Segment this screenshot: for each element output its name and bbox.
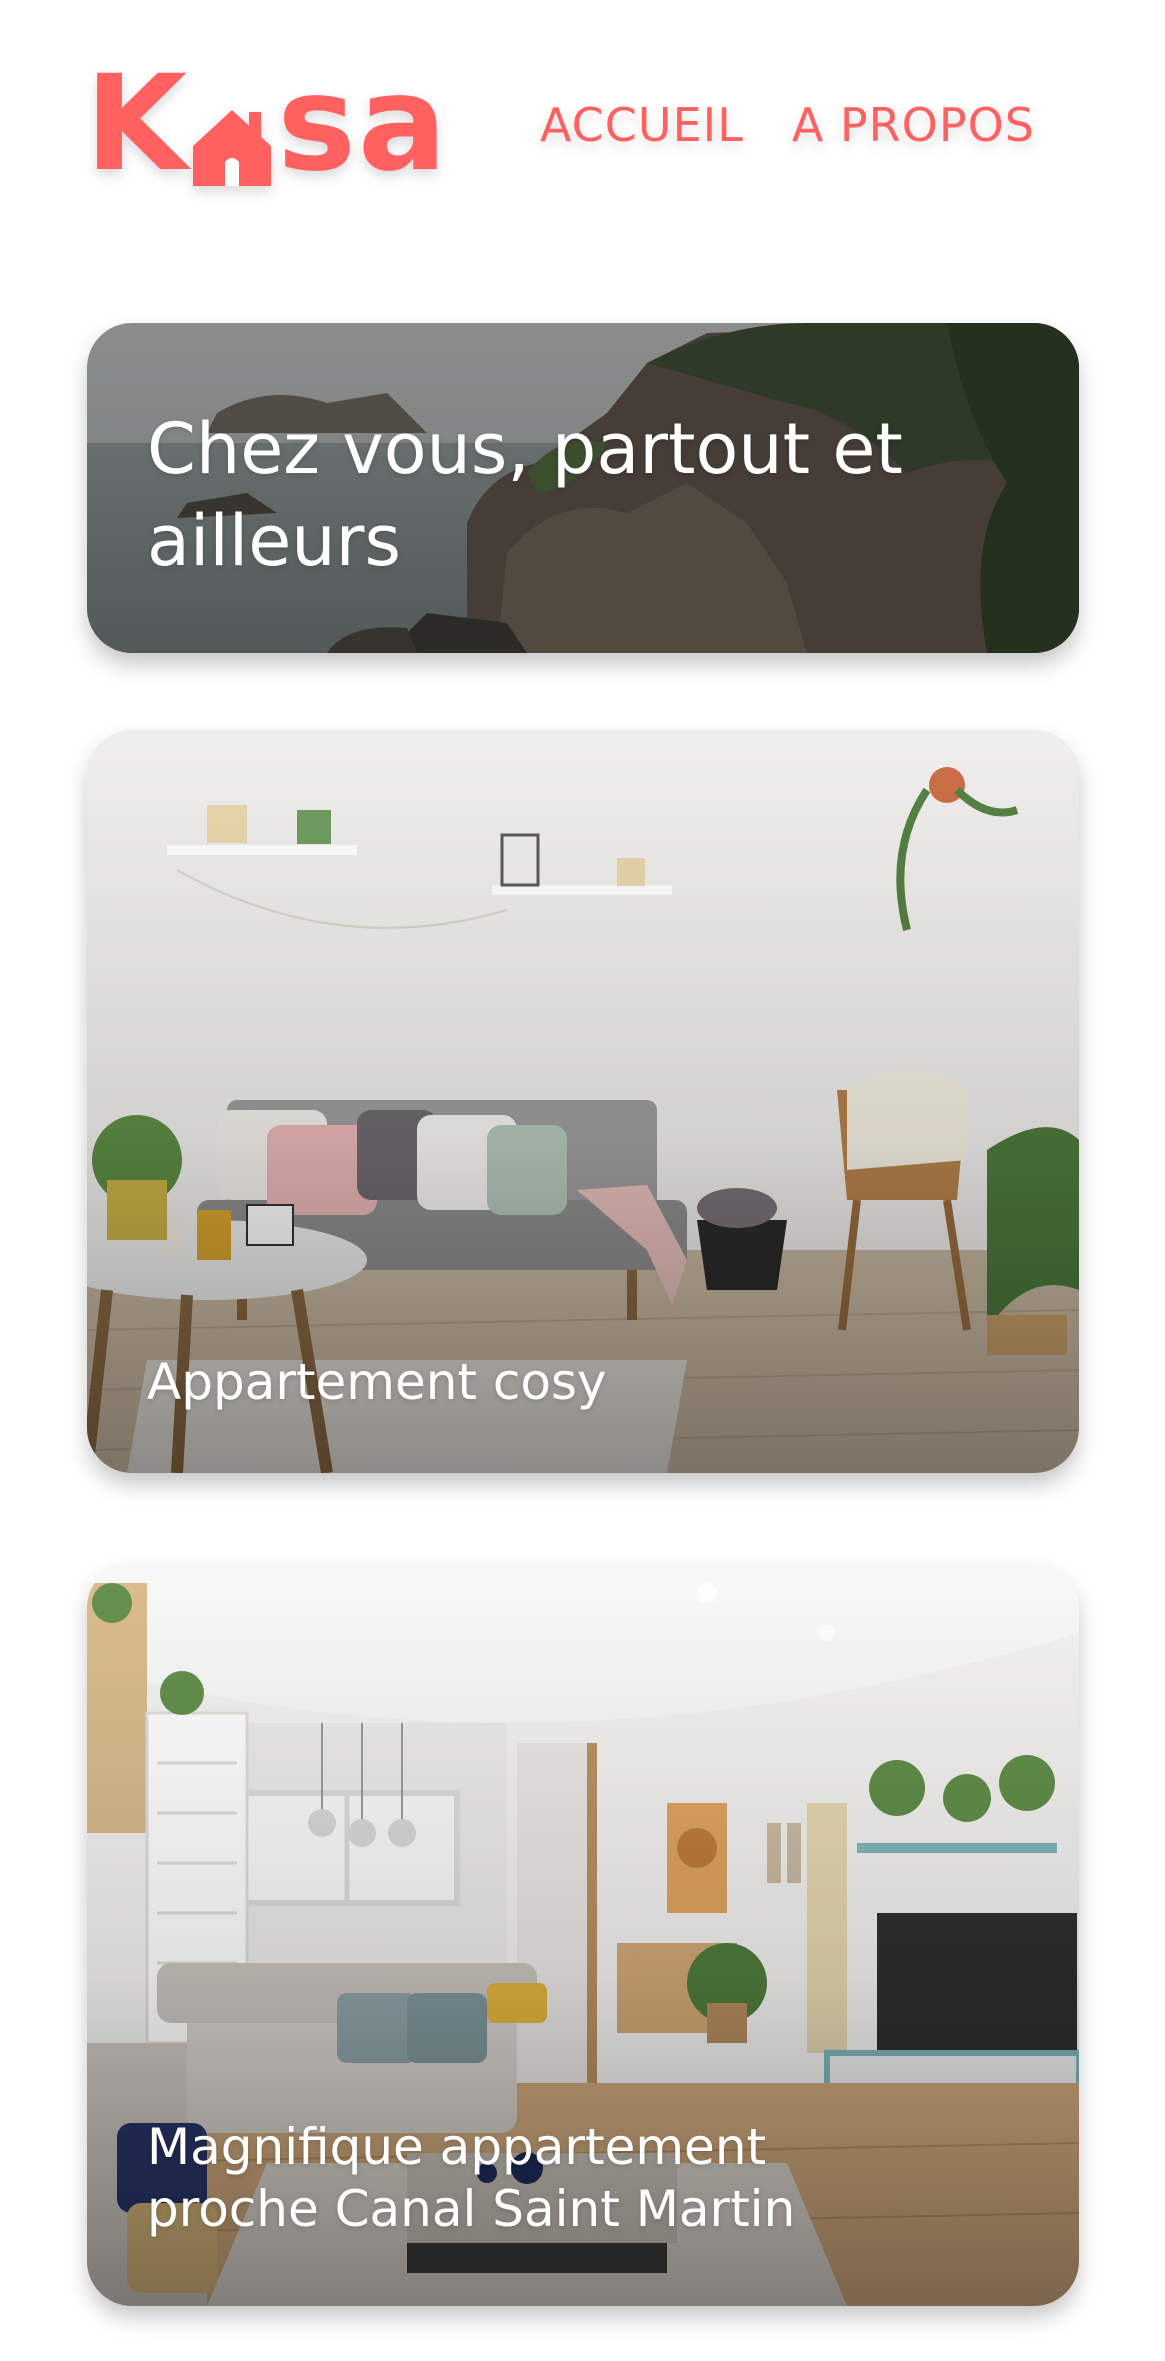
logo-letters-sa: sa [277, 47, 449, 201]
listing-title: Magnifique appartement proche Canal Sain… [147, 2118, 796, 2238]
kasa-logo[interactable]: K sa [85, 58, 447, 190]
listing-card[interactable]: Magnifique appartement proche Canal Sain… [87, 1563, 1079, 2306]
house-icon [189, 82, 275, 190]
listing-title: Appartement cosy [147, 1353, 607, 1411]
listing-card[interactable]: Appartement cosy [87, 730, 1079, 1473]
header: K sa ACCUEIL A PROPOS [0, 0, 1165, 240]
logo-letter-k: K [85, 47, 190, 201]
nav-link-a-propos[interactable]: A PROPOS [792, 98, 1035, 152]
main-nav: ACCUEIL A PROPOS [540, 98, 1035, 152]
nav-link-accueil[interactable]: ACCUEIL [540, 98, 744, 152]
banner-title: Chez vous, partout et ailleurs [147, 408, 903, 582]
page: K sa ACCUEIL A PROPOS Chez vous, partout… [0, 0, 1165, 2361]
hero-banner: Chez vous, partout et ailleurs [87, 323, 1079, 653]
